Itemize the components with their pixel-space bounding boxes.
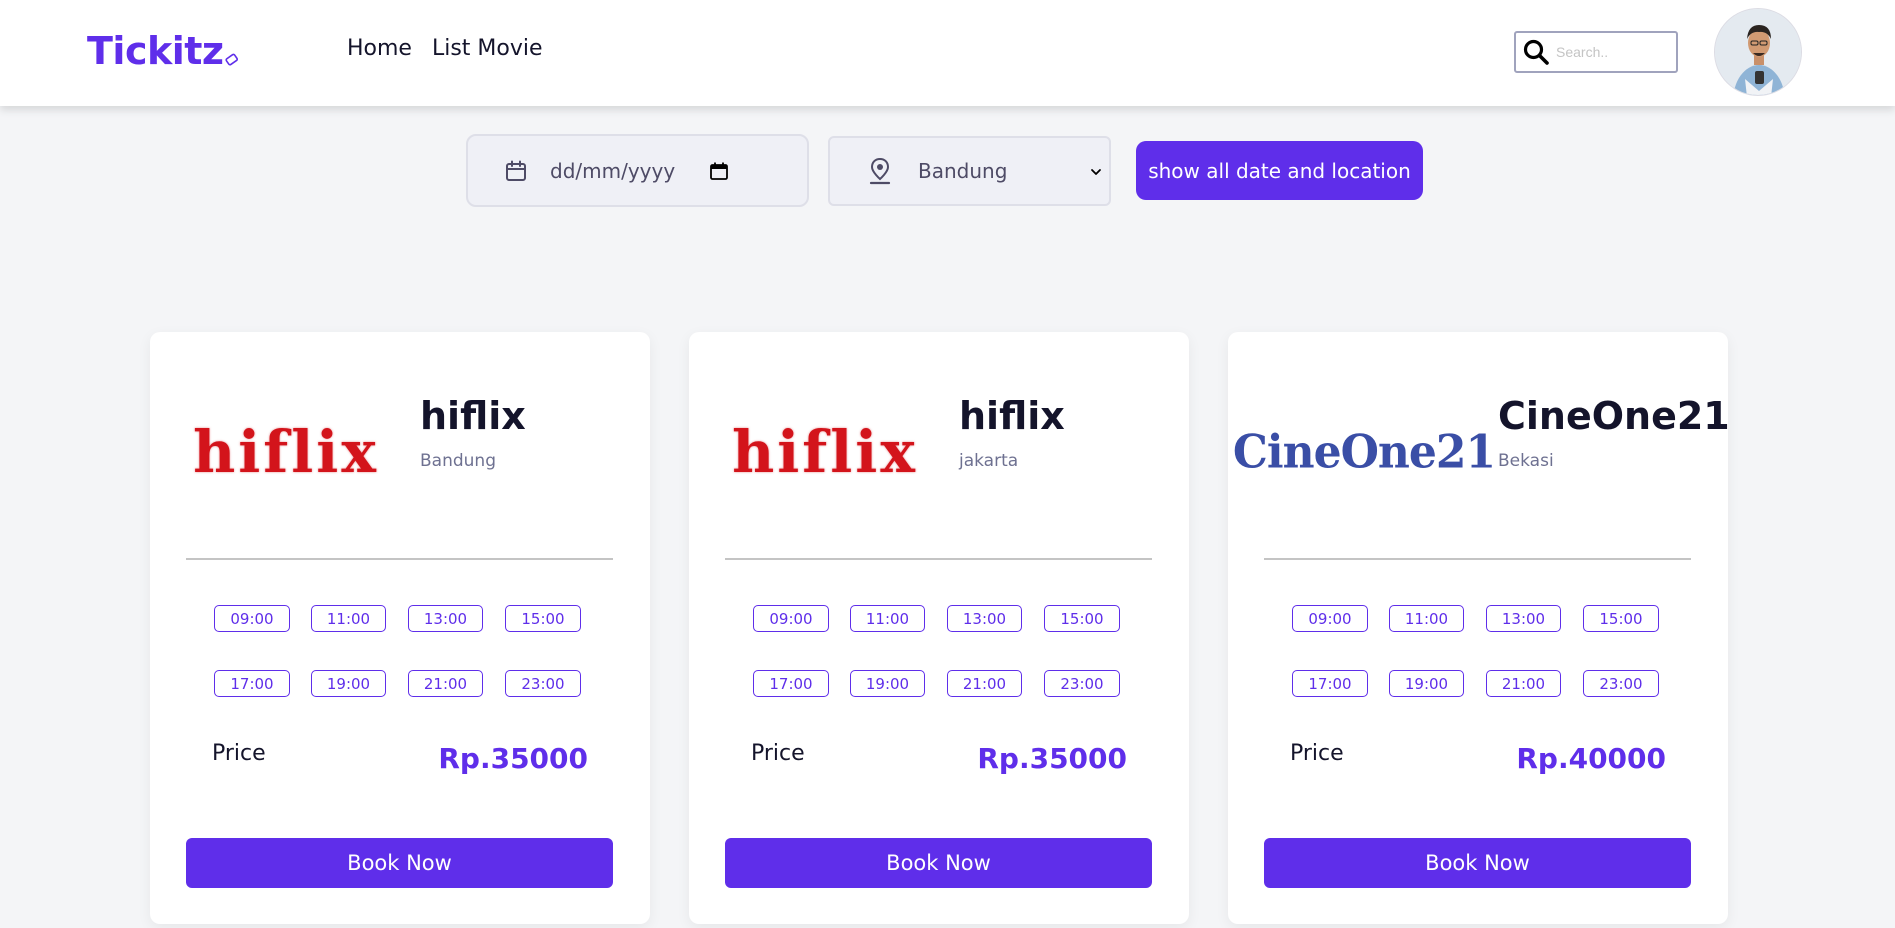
ticket-icon [224,53,238,66]
nav-link-home[interactable]: Home [347,36,412,61]
showtime-chip[interactable]: 09:00 [753,605,829,632]
price-label: Price [212,741,266,766]
showtime-chip[interactable]: 09:00 [214,605,290,632]
showtime-chip[interactable]: 21:00 [1486,670,1561,697]
showtime-chip[interactable]: 21:00 [408,670,483,697]
show-all-button[interactable]: show all date and location [1136,141,1423,200]
book-now-button[interactable]: Book Now [725,838,1152,888]
showtime-chip[interactable]: 17:00 [214,670,290,697]
cinema-location: Bekasi [1498,451,1554,471]
price-value: Rp.35000 [977,742,1127,775]
showtime-chip[interactable]: 19:00 [311,670,386,697]
price-value: Rp.40000 [1516,742,1666,775]
chevron-down-icon [1091,169,1101,175]
cinema-logo: hiflix [732,418,918,486]
showtime-list: 09:00 11:00 13:00 15:00 17:00 19:00 21:0… [214,605,594,697]
showtime-list: 09:00 11:00 13:00 15:00 17:00 19:00 21:0… [1292,605,1672,697]
showtime-chip[interactable]: 13:00 [1486,605,1561,632]
book-now-button[interactable]: Book Now [186,838,613,888]
price-value: Rp.35000 [438,742,588,775]
showtime-chip[interactable]: 09:00 [1292,605,1368,632]
cinema-card: hiflix hiflix Bandung 09:00 11:00 13:00 … [150,332,650,924]
cinema-card: hiflix hiflix jakarta 09:00 11:00 13:00 … [689,332,1189,924]
showtime-chip[interactable]: 15:00 [1583,605,1659,632]
price-label: Price [1290,741,1344,766]
navbar: Tickitz Home List Movie [0,0,1895,106]
divider [1264,558,1691,560]
avatar[interactable] [1714,8,1802,96]
cinema-name: hiflix [420,394,526,438]
showtime-chip[interactable]: 15:00 [505,605,581,632]
cinema-logo: CineOne21 [1232,425,1496,479]
showtime-chip[interactable]: 19:00 [1389,670,1464,697]
location-select[interactable]: Bandung [828,136,1111,206]
search-input[interactable] [1556,44,1666,60]
nav-link-list-movie[interactable]: List Movie [432,36,543,61]
showtime-chip[interactable]: 11:00 [1389,605,1464,632]
showtime-chip[interactable]: 17:00 [753,670,829,697]
main-nav: Home List Movie [347,36,543,61]
showtime-chip[interactable]: 23:00 [505,670,581,697]
cinema-name: CineOne21 [1498,394,1730,438]
price-label: Price [751,741,805,766]
showtime-chip[interactable]: 11:00 [850,605,925,632]
showtime-chip[interactable]: 21:00 [947,670,1022,697]
location-select-value: Bandung [918,159,1008,183]
location-pin-icon [869,157,891,185]
cinema-logo: hiflix [193,418,379,486]
date-picker-icon[interactable] [709,161,729,181]
search-box [1514,31,1678,73]
cinema-card: CineOne21 CineOne21 Bekasi 09:00 11:00 1… [1228,332,1730,924]
showtime-chip[interactable]: 13:00 [408,605,483,632]
brand-name: Tickitz [87,29,224,73]
book-now-button[interactable]: Book Now [1264,838,1691,888]
showtime-chip[interactable]: 23:00 [1583,670,1659,697]
showtime-chip[interactable]: 11:00 [311,605,386,632]
showtime-chip[interactable]: 17:00 [1292,670,1368,697]
date-filter[interactable]: dd/mm/yyyy [466,134,809,207]
showtime-chip[interactable]: 19:00 [850,670,925,697]
cinema-name: hiflix [959,394,1065,438]
showtime-chip[interactable]: 13:00 [947,605,1022,632]
search-icon[interactable] [1516,33,1556,71]
divider [725,558,1152,560]
cinema-location: Bandung [420,451,496,471]
showtime-chip[interactable]: 15:00 [1044,605,1120,632]
showtime-list: 09:00 11:00 13:00 15:00 17:00 19:00 21:0… [753,605,1133,697]
calendar-icon [506,160,526,181]
cinema-location: jakarta [959,451,1019,471]
showtime-chip[interactable]: 23:00 [1044,670,1120,697]
brand-logo[interactable]: Tickitz [87,27,239,75]
date-input-value[interactable]: dd/mm/yyyy [550,159,675,183]
divider [186,558,613,560]
